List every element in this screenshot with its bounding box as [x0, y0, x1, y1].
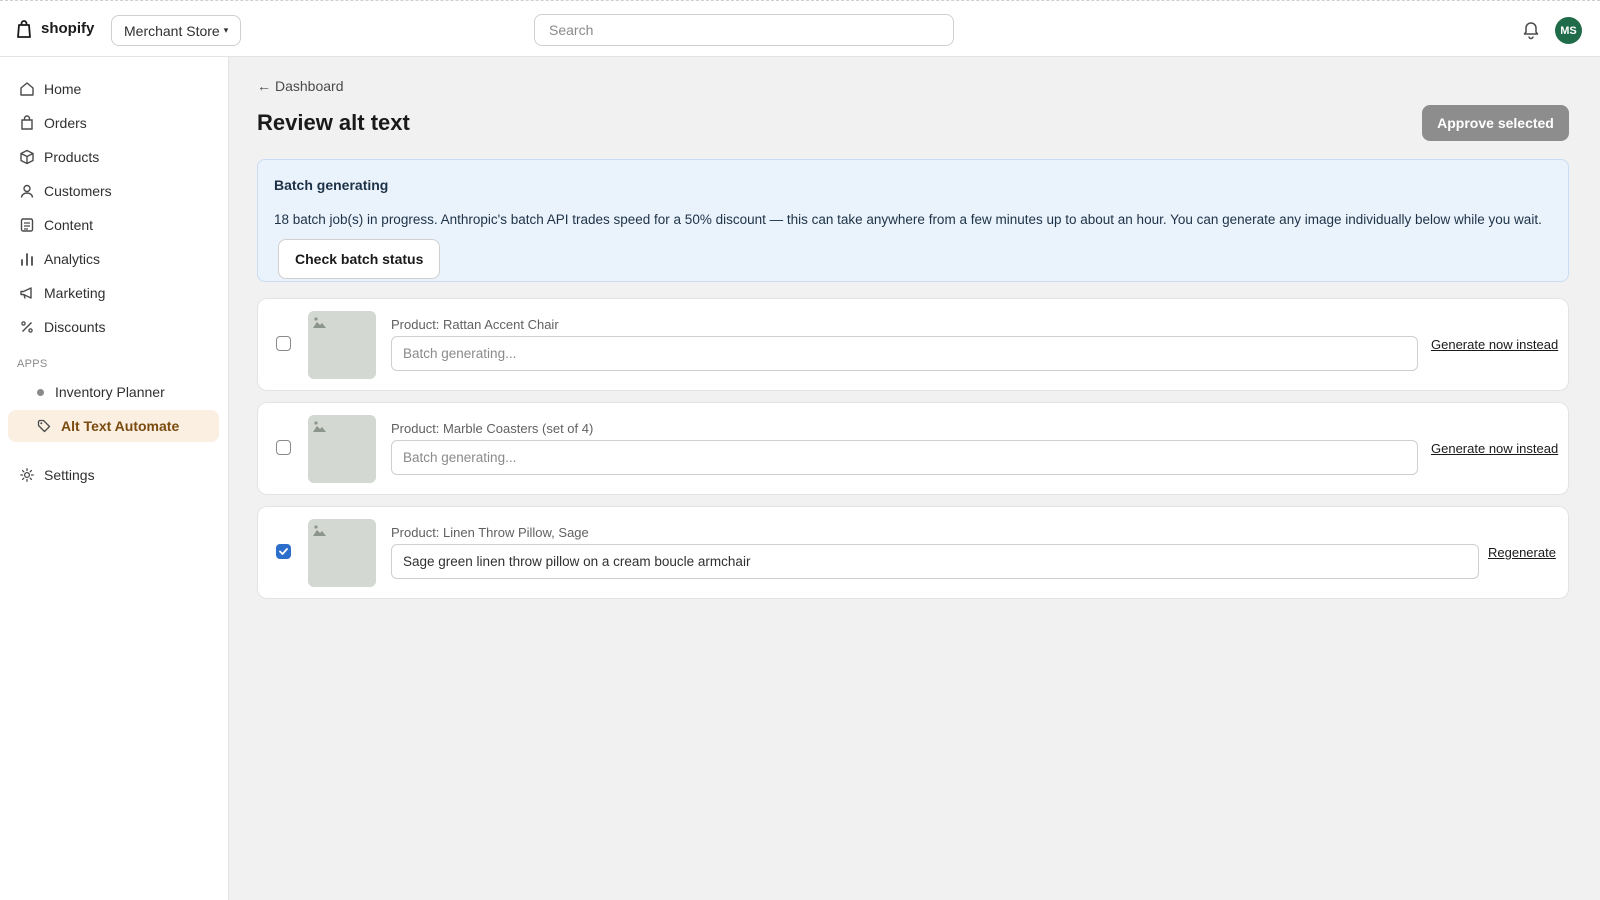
approve-selected-button[interactable]: Approve selected	[1422, 105, 1569, 141]
sidebar-item-customers[interactable]: Customers	[8, 175, 219, 207]
sidebar-item-label: Inventory Planner	[55, 384, 165, 400]
sidebar-item-label: Marketing	[44, 285, 106, 301]
row-checkbox[interactable]	[276, 440, 291, 455]
sidebar-item-settings[interactable]: Settings	[8, 459, 219, 491]
image-placeholder-icon	[313, 525, 326, 536]
alt-text-input[interactable]	[391, 440, 1418, 475]
product-thumbnail	[308, 415, 376, 483]
store-name: Merchant Store	[124, 22, 220, 39]
analytics-icon	[21, 253, 33, 266]
back-to-dashboard-link[interactable]: ← Dashboard	[257, 78, 344, 94]
check-batch-status-button[interactable]: Check batch status	[278, 239, 441, 279]
content-icon	[20, 218, 34, 232]
tag-icon	[37, 419, 51, 433]
list-item: Product: Rattan Accent Chair Generate no…	[257, 298, 1569, 391]
avatar[interactable]: MS	[1555, 17, 1582, 44]
list-item: Product: Marble Coasters (set of 4) Gene…	[257, 402, 1569, 495]
bullet-icon	[37, 388, 44, 396]
list-item: Product: Linen Throw Pillow, Sage Regene…	[257, 506, 1569, 599]
sidebar-item-label: Content	[44, 217, 94, 233]
products-icon	[20, 149, 34, 165]
store-switcher-button[interactable]: Merchant Store ▾	[111, 15, 242, 46]
marketing-icon	[20, 287, 32, 299]
customers-icon	[20, 184, 34, 198]
shopping-bag-icon	[17, 20, 31, 38]
apps-section-label: APPS	[17, 358, 48, 370]
sidebar-item-home[interactable]: Home	[8, 73, 219, 105]
search-input[interactable]	[534, 14, 954, 46]
sidebar-item-label: Analytics	[44, 251, 101, 267]
image-placeholder-icon	[313, 317, 326, 328]
sidebar-item-label: Customers	[44, 183, 112, 199]
sidebar-item-label: Home	[44, 81, 82, 97]
discounts-icon	[21, 321, 33, 333]
orders-icon	[21, 115, 33, 130]
sidebar-item-inventory-planner[interactable]: Inventory Planner	[8, 376, 219, 408]
banner-message: 18 batch job(s) in progress. Anthropic's…	[274, 201, 1559, 279]
sidebar-item-discounts[interactable]: Discounts	[8, 311, 219, 343]
sidebar-item-alt-text-automate[interactable]: Alt Text Automate	[8, 410, 219, 442]
regenerate-link[interactable]: Regenerate	[1488, 545, 1556, 560]
shopify-logo[interactable]: shopify	[16, 19, 94, 38]
checkmark-icon	[279, 548, 288, 555]
product-thumbnail	[308, 311, 376, 379]
sidebar-item-products[interactable]: Products	[8, 141, 219, 173]
sidebar-item-marketing[interactable]: Marketing	[8, 277, 219, 309]
product-label: Product: Linen Throw Pillow, Sage	[391, 525, 589, 540]
generate-now-link[interactable]: Generate now instead	[1431, 441, 1558, 456]
top-bar: shopify Merchant Store ▾ MS	[0, 0, 1600, 57]
bell-icon[interactable]	[1521, 20, 1541, 40]
gear-icon	[20, 468, 34, 482]
brand-name: shopify	[41, 20, 95, 37]
sidebar-item-label: Products	[44, 149, 100, 165]
banner-title: Batch generating	[274, 177, 389, 193]
sidebar-item-label: Settings	[44, 467, 95, 483]
sidebar-item-analytics[interactable]: Analytics	[8, 243, 219, 275]
product-label: Product: Marble Coasters (set of 4)	[391, 421, 594, 436]
arrow-left-icon: ←	[257, 78, 271, 94]
sidebar: Home Orders Products Customers Content A…	[0, 57, 229, 900]
generate-now-link[interactable]: Generate now instead	[1431, 337, 1558, 352]
sidebar-item-label: Orders	[44, 115, 87, 131]
home-icon	[20, 82, 34, 96]
image-placeholder-icon	[313, 421, 326, 432]
sidebar-item-orders[interactable]: Orders	[8, 107, 219, 139]
back-link-label: Dashboard	[275, 78, 344, 94]
sidebar-item-content[interactable]: Content	[8, 209, 219, 241]
banner-text: 18 batch job(s) in progress. Anthropic's…	[274, 212, 1542, 227]
sidebar-item-label: Alt Text Automate	[61, 418, 180, 434]
product-label: Product: Rattan Accent Chair	[391, 317, 559, 332]
row-checkbox[interactable]	[276, 336, 291, 351]
caret-down-icon: ▾	[223, 25, 229, 35]
row-checkbox[interactable]	[276, 544, 291, 559]
product-thumbnail	[308, 519, 376, 587]
sidebar-item-label: Discounts	[44, 319, 106, 335]
page-title: Review alt text	[257, 110, 410, 135]
batch-status-banner: Batch generating 18 batch job(s) in prog…	[257, 159, 1569, 282]
alt-text-input[interactable]	[391, 336, 1418, 371]
alt-text-input[interactable]	[391, 544, 1479, 579]
